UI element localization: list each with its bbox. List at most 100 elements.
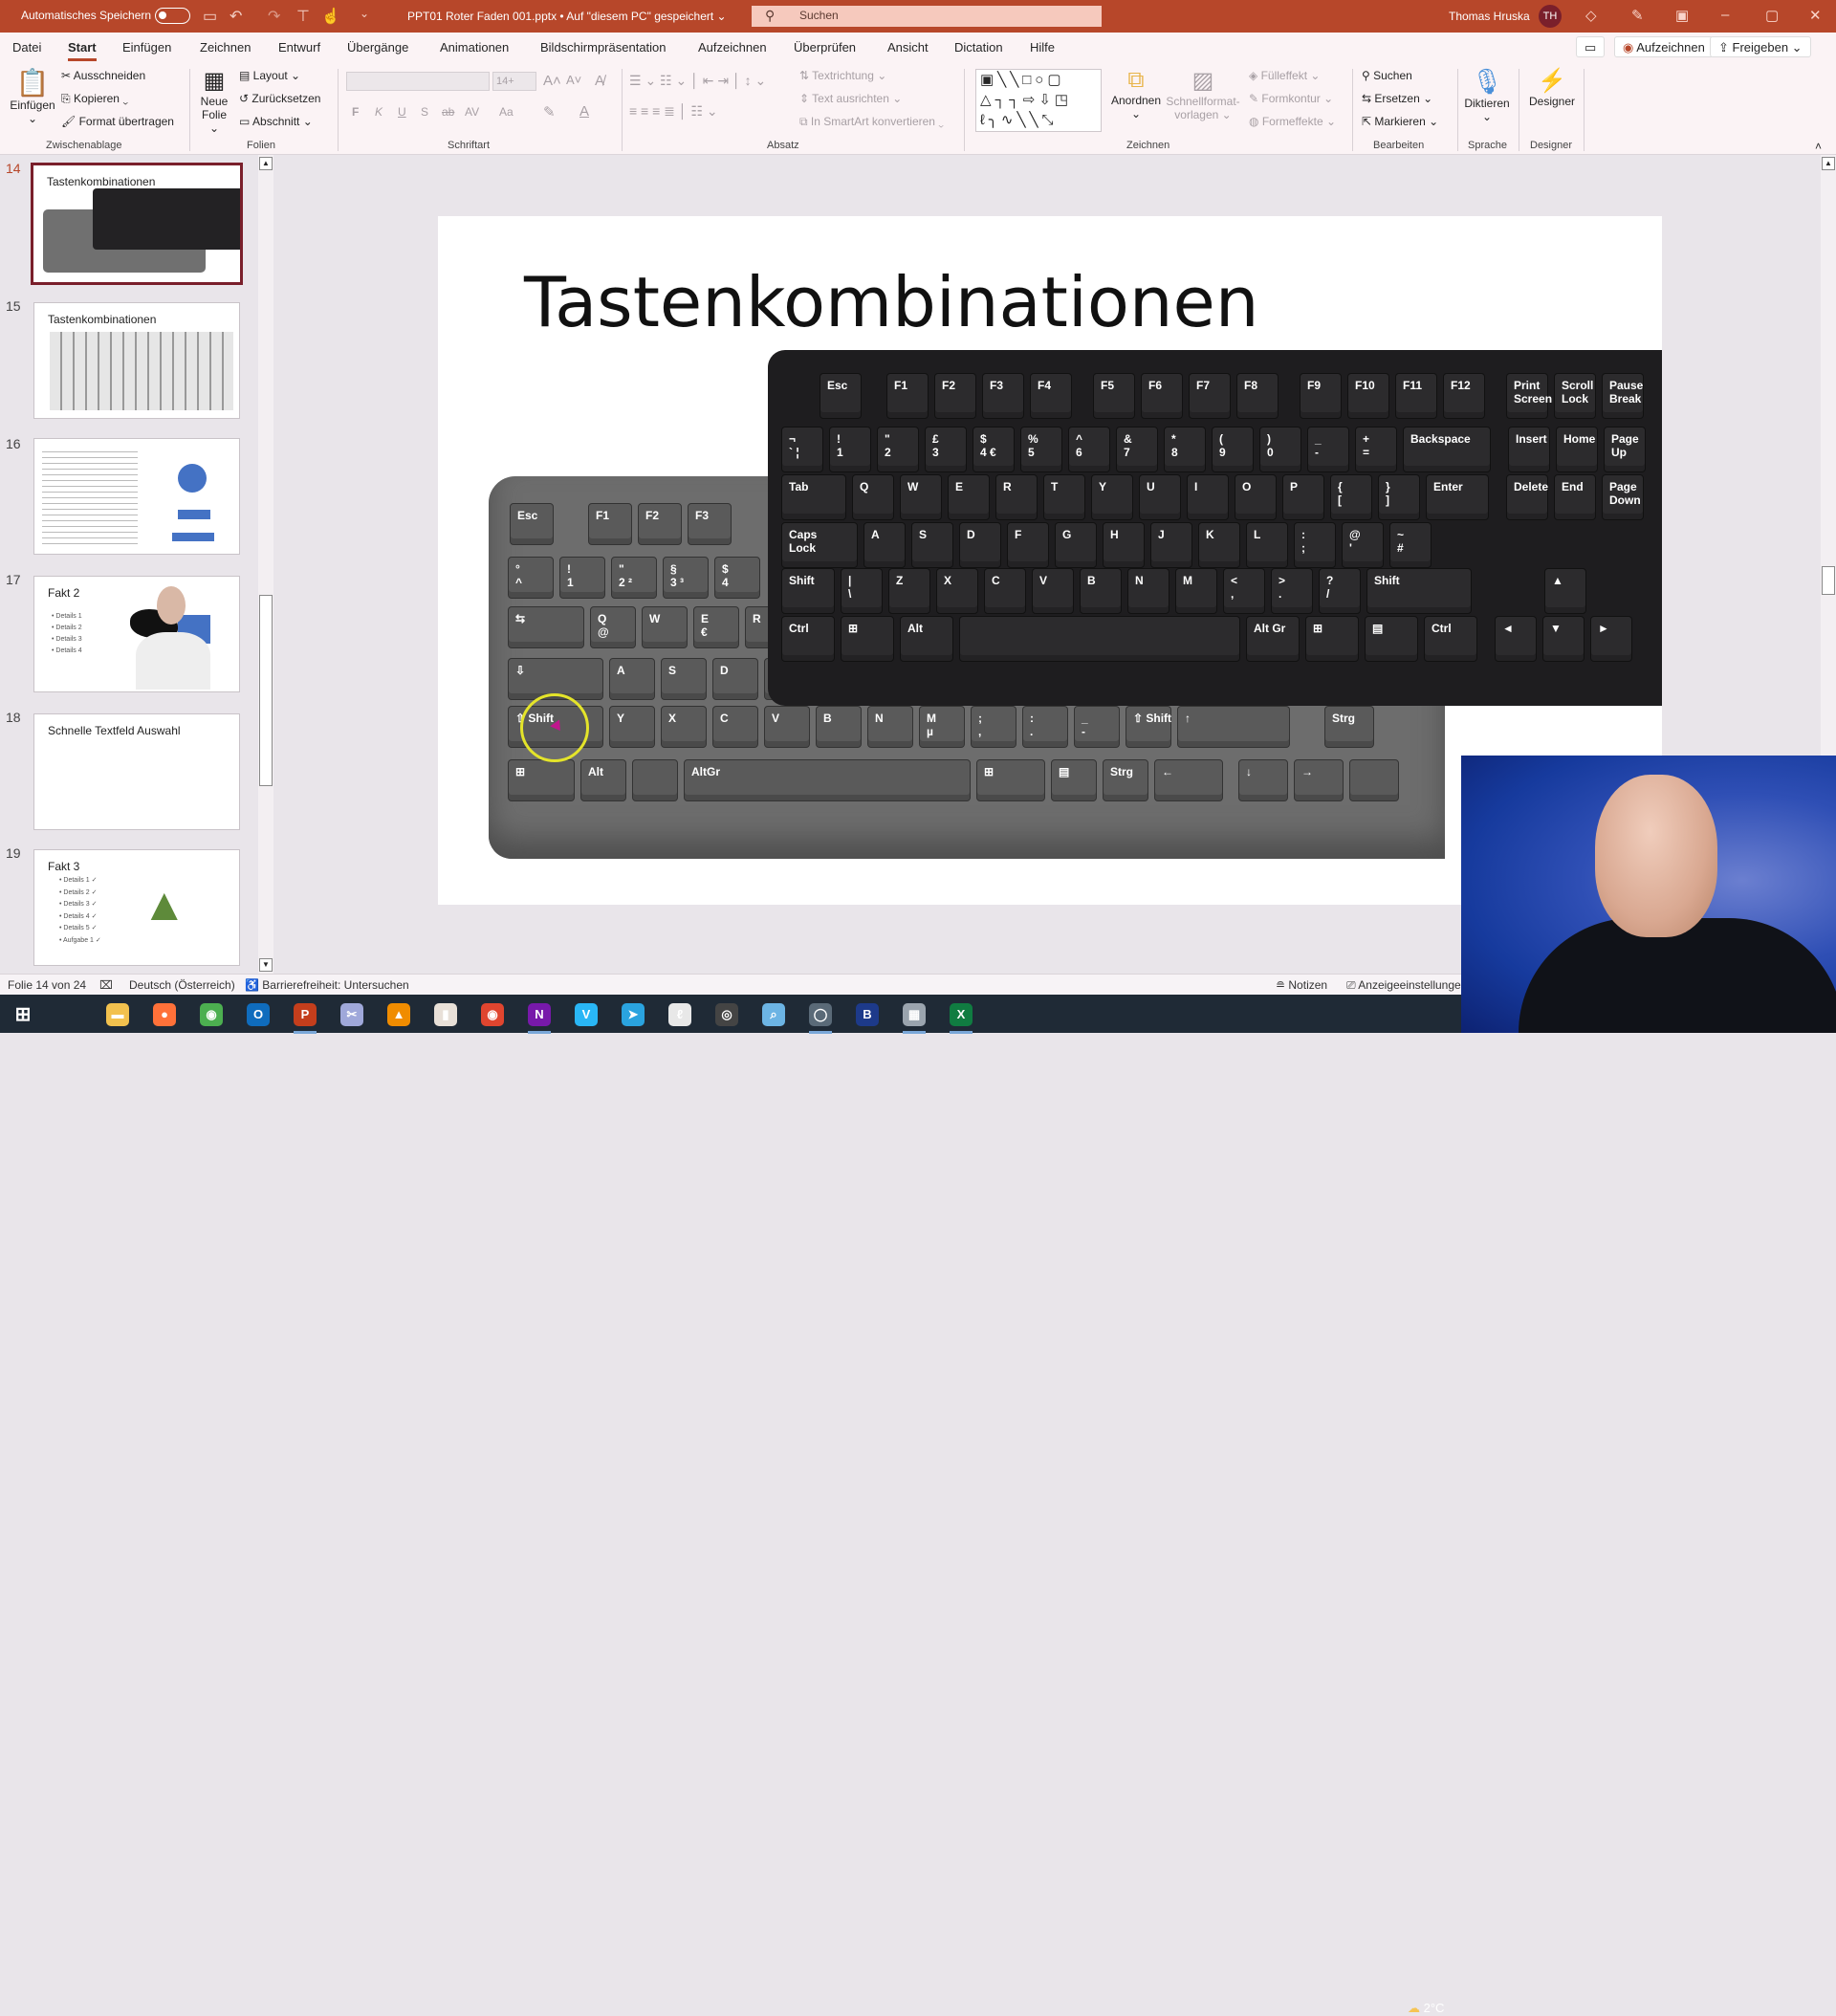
find-button[interactable]: ⚲ Suchen [1362,69,1412,82]
slide-thumbnail-19[interactable]: Fakt 3 • Details 1 ✓ • Details 2 ✓ • Detai… [33,849,240,966]
new-slide-button[interactable]: ▦ Neue Folie ⌄ [197,67,231,135]
vlc-icon[interactable]: ▲ [387,1003,410,1026]
telegram-icon[interactable]: ➤ [622,1003,645,1026]
powerpoint-icon[interactable]: P [294,1003,317,1034]
bold-button[interactable]: F [352,105,359,119]
slide-thumbnail-18[interactable]: Schnelle Textfeld Auswahl [33,713,240,830]
shape-outline-button[interactable]: ✎ Formkontur ⌄ [1249,92,1333,105]
scroll-up-icon[interactable]: ▲ [1822,157,1835,170]
designer-button[interactable]: ⚡ Designer [1526,67,1578,108]
font-color-icon[interactable]: A [579,103,589,120]
thumbnail-scrollbar[interactable]: ▲ ▼ [258,155,273,974]
copy-button[interactable]: ⎘ Kopieren ⌄ [61,92,128,106]
highlight-icon[interactable]: ✎ [543,103,556,121]
tab-animationen[interactable]: Animationen [440,40,509,55]
tab-dictation[interactable]: Dictation [954,40,1003,55]
avatar[interactable]: TH [1539,5,1562,28]
document-title[interactable]: PPT01 Roter Faden 001.pptx • Auf "diesem… [407,10,727,23]
slide-thumbnail-17[interactable]: Fakt 2 • Details 1 • Details 2 • Details 3… [33,576,240,692]
layout-button[interactable]: ▤ Layout ⌄ [239,69,300,82]
tab-bildschirmpraesentation[interactable]: Bildschirmpräsentation [540,40,667,55]
dictate-button[interactable]: 🎙 Diktieren ⌄ [1463,67,1511,123]
record-button[interactable]: ◉ Aufzeichnen [1614,36,1714,57]
share-button[interactable]: ⇪ Freigeben ⌄ [1710,36,1811,57]
comments-button[interactable]: ▭ [1576,36,1606,57]
reset-button[interactable]: ↺ Zurücksetzen [239,92,320,105]
arrange-button[interactable]: ⧉ Anordnen ⌄ [1109,67,1163,121]
slide-thumbnail-14[interactable]: Tastenkombinationen [31,163,243,285]
obs-icon[interactable]: ◎ [715,1003,738,1026]
spellcheck-icon[interactable]: ⌧ [99,978,113,992]
bullets-icon[interactable]: ☰ ⌄ ☷ ⌄ │ ⇤ ⇥ │ ↕ ⌄ [629,73,766,89]
change-case-button[interactable]: Aa [499,105,514,119]
font-size-select[interactable]: 14+ [492,72,536,91]
tab-einfuegen[interactable]: Einfügen [122,40,171,55]
onenote-icon[interactable]: N [528,1003,551,1034]
scrollbar-thumb[interactable] [259,595,273,786]
acrobat-icon[interactable]: ℓ [668,1003,691,1026]
clear-format-icon[interactable]: A̸ [595,73,604,89]
slide-title[interactable]: Tastenkombinationen [524,262,1258,342]
tab-entwurf[interactable]: Entwurf [278,40,320,55]
collapse-ribbon-icon[interactable]: ˄ [1815,140,1822,153]
slide-thumbnail-15[interactable]: Tastenkombinationen [33,302,240,419]
blue-mic-icon[interactable]: B [856,1003,879,1026]
tab-uebergaenge[interactable]: Übergänge [347,40,408,55]
device-manager-icon[interactable]: ▦ [903,1003,926,1034]
minimize-icon[interactable]: – [1721,7,1729,23]
touch-mode-icon[interactable]: ☝ [321,7,340,26]
font-name-select[interactable] [346,72,490,91]
pen-icon[interactable]: ✎ [1631,7,1644,24]
magnifier-icon[interactable]: ⌕ [762,1003,785,1026]
tab-start[interactable]: Start [68,40,97,61]
scroll-down-icon[interactable]: ▼ [259,958,273,972]
shrink-font-icon[interactable]: A˅ [566,73,581,87]
customize-qat-icon[interactable]: ⌄ [360,7,369,20]
display-settings-button[interactable]: ⎚ Anzeigeeinstellunge [1346,978,1461,993]
windows-start-icon[interactable]: ⊞ [11,1003,34,1026]
restore-icon[interactable]: ▢ [1765,7,1779,24]
notes-button[interactable]: ≘ Notizen [1276,978,1327,992]
paste-button[interactable]: 📋 Einfügen ⌄ [10,67,55,125]
search-box[interactable]: ⚲ Suchen [752,6,1102,27]
premium-diamond-icon[interactable]: ◇ [1585,7,1597,24]
format-painter-button[interactable]: 🖌 Format übertragen [61,115,174,128]
section-button[interactable]: ▭ Abschnitt ⌄ [239,115,313,128]
accessibility-button[interactable]: ♿ Barrierefreiheit: Untersuchen [245,978,409,992]
recorder-icon[interactable]: ◯ [809,1003,832,1034]
scrollbar-thumb[interactable] [1822,566,1835,595]
lips-app-icon[interactable]: ◉ [481,1003,504,1026]
save-icon[interactable]: ▭ [203,7,217,26]
undo-icon[interactable]: ↶ [230,7,242,26]
shape-fill-button[interactable]: ◈ Fülleffekt ⌄ [1249,69,1320,82]
tab-ansicht[interactable]: Ansicht [887,40,929,55]
replace-button[interactable]: ⇆ Ersetzen ⌄ [1362,92,1432,105]
select-button[interactable]: ⇱ Markieren ⌄ [1362,115,1438,128]
strikethrough-button[interactable]: ab [442,105,454,119]
tab-aufzeichnen[interactable]: Aufzeichnen [698,40,767,55]
tab-hilfe[interactable]: Hilfe [1030,40,1055,55]
presentation-app-icon[interactable]: ▮ [434,1003,457,1026]
firefox-icon[interactable]: ● [153,1003,176,1026]
vectorworks-icon[interactable]: V [575,1003,598,1026]
chrome-icon[interactable]: ◉ [200,1003,223,1026]
file-explorer-icon[interactable]: ▬ [106,1003,129,1026]
language-indicator[interactable]: Deutsch (Österreich) [129,978,235,992]
align-icons[interactable]: ≡ ≡ ≡ ≣ │ ☷ ⌄ [629,103,718,120]
present-from-start-icon[interactable]: ⊤ [296,7,310,26]
autosave-toggle[interactable] [155,8,190,24]
redo-icon[interactable]: ↷ [268,7,280,26]
text-direction-button[interactable]: ⇅ Textrichtung ⌄ [799,69,886,82]
slide-thumbnail-16[interactable] [33,438,240,555]
tab-ueberpruefen[interactable]: Überprüfen [794,40,856,55]
excel-icon[interactable]: X [950,1003,973,1034]
shapes-gallery[interactable]: ▣╲╲□○▢ △┐┐⇨⇩◳ ℓ╮∿╲╲⤡ [975,69,1102,132]
shape-effects-button[interactable]: ◍ Formeffekte ⌄ [1249,115,1336,128]
align-text-button[interactable]: ⇕ Text ausrichten ⌄ [799,92,902,105]
italic-button[interactable]: K [375,105,382,119]
snipping-tool-icon[interactable]: ✂ [340,1003,363,1026]
quick-styles-button[interactable]: ▨ Schnellformat- vorlagen ⌄ [1165,67,1241,121]
cut-button[interactable]: ✂ Ausschneiden [61,69,145,82]
scroll-up-icon[interactable]: ▲ [259,157,273,170]
weather-widget[interactable]: ☁ 2°C [1408,2001,1444,2016]
